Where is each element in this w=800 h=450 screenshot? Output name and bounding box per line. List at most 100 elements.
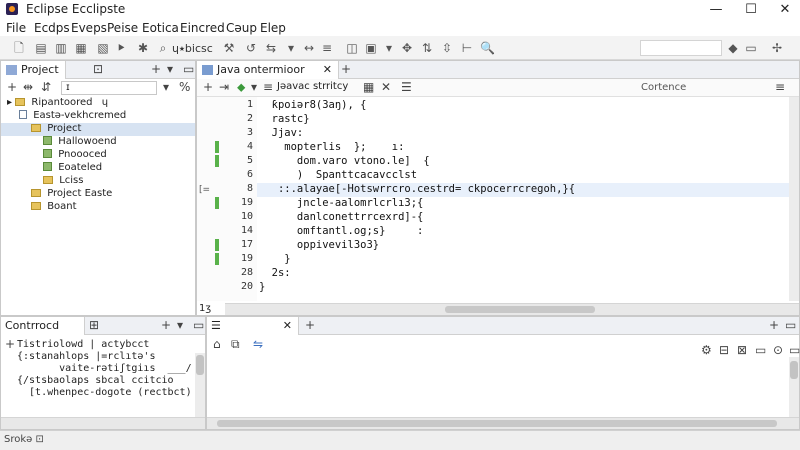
menu-file[interactable]: File [6,21,26,35]
filter-icon[interactable]: ⇵ [41,80,51,94]
tab-java-editor[interactable]: Java ontermioor ✕ [197,61,339,79]
tree-item[interactable]: Eastə-vekhcremed [19,110,126,123]
view-menu-icon[interactable]: ▾ [177,318,183,332]
external-tools-icon[interactable]: ⚒ [222,41,236,55]
console-horizontal-scrollbar[interactable] [1,417,205,429]
close-tab-icon[interactable]: ✕ [323,63,332,76]
scroll-thumb[interactable] [445,306,595,313]
toggle-icon[interactable]: ↔ [302,41,316,55]
chevron-down-icon[interactable]: ▾ [382,41,396,55]
scroll-thumb[interactable] [217,420,777,427]
console-output[interactable]: Tistriolowd | actybcct {:stanahlops |=rc… [17,339,193,417]
add-icon[interactable]: + [5,337,15,351]
new-editor-icon[interactable]: + [341,62,351,76]
dropdown-icon[interactable]: ▾ [251,80,257,94]
home-icon[interactable]: ⌂ [213,337,221,351]
display-menu-icon[interactable]: ▭ [789,343,800,357]
view-menu-icon[interactable]: ▾ [167,62,173,76]
debug-perspective-icon[interactable]: ✢ [770,41,784,55]
maximize-view-icon[interactable]: ▭ [785,318,796,332]
dropdown-icon[interactable]: ▾ [284,41,298,55]
last-edit-icon[interactable]: ⊢ [460,41,474,55]
menu-group[interactable]: Cəup [226,21,257,35]
maximize-view-icon[interactable]: ▭ [193,318,204,332]
link-editor-icon[interactable]: + [7,80,17,94]
breadcrumb[interactable]: Jəavac strritcy [277,81,348,92]
prev-annotation-icon[interactable]: ⇳ [440,41,454,55]
tab-output[interactable]: ☰ ✕ [207,317,299,335]
expand-icon[interactable]: ▸ [7,97,12,108]
editor-vertical-scrollbar[interactable] [789,97,799,301]
sync-icon[interactable]: ⇥ [219,80,229,94]
save-icon[interactable]: ▥ [54,41,68,55]
remove-icon[interactable]: ⊟ [719,343,729,357]
tree-item-selected[interactable]: Project [1,123,195,136]
next-annotation-icon[interactable]: ⇅ [420,41,434,55]
output-vertical-scrollbar[interactable] [789,357,799,417]
scroll-lock-icon[interactable]: ▭ [755,343,766,357]
clear-icon[interactable]: ⊠ [737,343,747,357]
change-marker[interactable] [215,253,219,265]
console-vertical-scrollbar[interactable] [195,353,205,417]
quick-access-field[interactable] [640,40,722,56]
quick-diff-marker-icon[interactable]: [= [199,185,210,195]
collapse-all-icon[interactable]: ⊡ [93,62,103,76]
tab-project[interactable]: Project [1,61,66,79]
grid-icon[interactable]: ▦ [363,80,374,94]
menu-lines-icon[interactable]: ≡ [775,80,785,94]
add-icon[interactable]: + [769,318,779,332]
link-icon[interactable]: ⇹ [23,80,33,94]
debug-icon[interactable]: ✱ [136,41,150,55]
pin-icon[interactable]: ✥ [400,41,414,55]
tree-item[interactable]: Lciss [43,175,83,188]
add-icon[interactable]: + [161,318,171,332]
tree-item[interactable]: Project Easte [31,188,112,201]
copy-icon[interactable]: ⧉ [231,337,240,352]
perspective-icon[interactable]: ▭ [744,41,758,55]
back-icon[interactable]: ↺ [244,41,258,55]
link-icon[interactable]: ⇋ [253,337,263,351]
format-icon[interactable]: ≡ [263,80,273,94]
menu-lines-icon[interactable]: ≡ [320,41,334,55]
maximize-view-icon[interactable]: ▭ [183,62,194,76]
outline-icon[interactable]: ☰ [401,80,412,94]
tree-item[interactable]: ▸ Ripantoored ɥ [7,97,108,110]
scroll-thumb[interactable] [790,361,798,379]
percent-icon[interactable]: % [179,80,190,94]
minimize-button[interactable]: — [703,2,729,17]
tasks-icon[interactable]: ▣ [364,41,378,55]
pin-view-icon[interactable]: ⊙ [773,343,783,357]
close-button[interactable]: ✕ [772,2,798,17]
project-filter-field[interactable]: ɪ [61,81,157,95]
tree-item[interactable]: Boant [31,201,77,214]
menu-help[interactable]: Elep [260,21,286,35]
menu-source[interactable]: Eveps [71,21,107,35]
settings-icon[interactable]: ⚙ [701,343,712,357]
maximize-button[interactable]: ☐ [738,2,764,17]
save-all-icon[interactable]: ▦ [74,41,88,55]
open-icon[interactable]: ▤ [34,41,48,55]
tree-item[interactable]: Pnoooced [43,149,107,162]
run-icon[interactable]: ⯈ [114,41,128,55]
editor-horizontal-scrollbar[interactable] [225,303,799,315]
search-icon[interactable]: ⌕ [156,41,170,55]
run-icon[interactable]: ⬥ [237,80,245,95]
filter-dropdown-icon[interactable]: ▾ [163,80,169,94]
menu-navigate[interactable]: Eotica [142,21,179,35]
output-horizontal-scrollbar[interactable] [207,417,799,429]
menu-refactor[interactable]: Peise [107,21,138,35]
change-marker[interactable] [215,141,219,153]
close-tab-icon[interactable]: ✕ [283,319,292,332]
new-console-icon[interactable]: ⊞ [89,318,99,332]
search-tool-icon[interactable]: 🔍 [480,41,495,55]
new-file-icon[interactable]: 🗋 [12,41,26,55]
new-view-icon[interactable]: + [305,318,315,332]
close-icon[interactable]: ✕ [381,80,391,94]
menu-search[interactable]: Eincred [180,21,225,35]
tab-console[interactable]: Contrrocd [1,317,85,335]
code-area[interactable]: ƙpoiər8(3aŋ), { rastc} Jjav: mopterlis }… [259,97,787,301]
perspective-java-icon[interactable]: ◆ [726,41,740,55]
change-marker[interactable] [215,239,219,251]
layout-icon[interactable]: ◫ [345,41,359,55]
scroll-thumb[interactable] [196,355,204,375]
